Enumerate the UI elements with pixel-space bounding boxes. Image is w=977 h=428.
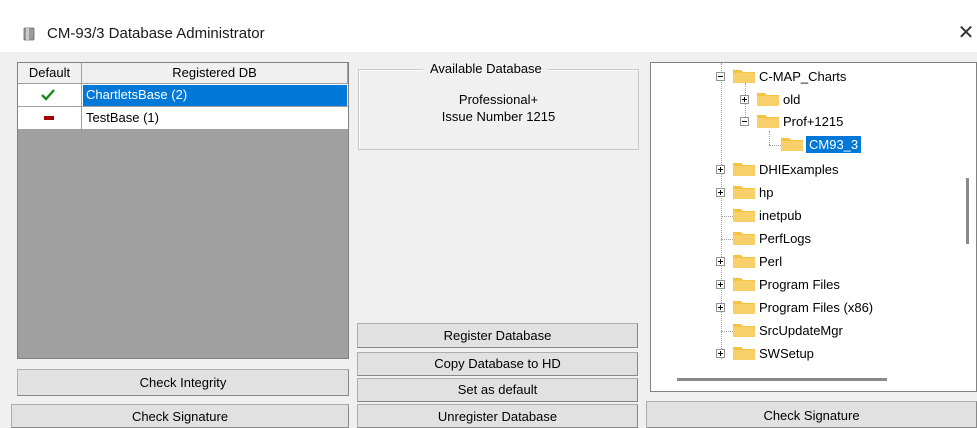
database-icon	[23, 27, 35, 41]
tree-item-dhiexamples[interactable]: DHIExamples	[711, 160, 951, 180]
folder-icon	[733, 324, 755, 337]
db-name-cell[interactable]: ChartletsBase (2)	[83, 85, 347, 106]
available-database-group: Available Database Professional+ Issue N…	[358, 61, 639, 150]
tree-item-perflogs[interactable]: PerfLogs	[711, 229, 951, 249]
tree-item-srcupdatemgr[interactable]: SrcUpdateMgr	[711, 321, 951, 341]
expand-icon[interactable]	[716, 165, 725, 174]
set-as-default-button[interactable]: Set as default	[357, 378, 638, 402]
expand-icon[interactable]	[716, 280, 725, 289]
tree-item-cm93-3[interactable]: CM93_3	[759, 135, 909, 155]
tree-label[interactable]: Program Files	[759, 276, 840, 293]
tree-item-inetpub[interactable]: inetpub	[711, 206, 951, 226]
close-button[interactable]: ✕	[955, 22, 977, 46]
copy-database-button[interactable]: Copy Database to HD	[357, 352, 638, 376]
tree-label[interactable]: CM93_3	[806, 136, 862, 153]
tree-label[interactable]: Prof+1215	[783, 113, 843, 130]
folder-icon	[733, 186, 755, 199]
expand-icon[interactable]	[716, 303, 725, 312]
folder-icon	[733, 209, 755, 222]
tree-label[interactable]: inetpub	[759, 207, 802, 224]
horizontal-scrollbar-thumb[interactable]	[677, 378, 887, 381]
table-row[interactable]: ChartletsBase (2)	[18, 84, 348, 107]
folder-icon	[757, 93, 779, 106]
register-database-button[interactable]: Register Database	[357, 323, 638, 348]
tree-item-hp[interactable]: hp	[711, 183, 951, 203]
db-name-cell[interactable]: TestBase (1)	[83, 108, 347, 129]
folder-icon	[733, 232, 755, 245]
collapse-icon[interactable]	[740, 117, 749, 126]
dash-icon	[44, 116, 54, 120]
folder-icon	[733, 163, 755, 176]
tree-item-program-files[interactable]: Program Files	[711, 275, 951, 295]
folder-tree[interactable]: C-MAP_Charts old Prof+1215 CM93_3 DHIExa…	[650, 62, 977, 392]
check-integrity-button[interactable]: Check Integrity	[17, 369, 349, 396]
window-title: CM-93/3 Database Administrator	[47, 25, 265, 42]
unregister-database-button[interactable]: Unregister Database	[357, 404, 638, 428]
issue-number: Issue Number 1215	[441, 109, 556, 124]
tree-item-program-files-x86[interactable]: Program Files (x86)	[711, 298, 951, 318]
expand-icon[interactable]	[716, 349, 725, 358]
check-icon	[41, 89, 55, 101]
column-header-registered-db[interactable]: Registered DB	[82, 63, 348, 84]
folder-icon	[733, 278, 755, 291]
folder-icon	[733, 255, 755, 268]
default-cell[interactable]	[18, 107, 82, 129]
folder-icon	[733, 70, 755, 83]
folder-icon	[733, 347, 755, 360]
expand-icon[interactable]	[716, 188, 725, 197]
registered-db-table[interactable]: Default Registered DB ChartletsBase (2) …	[17, 62, 349, 359]
group-title: Available Database	[423, 61, 549, 77]
folder-icon	[757, 115, 779, 128]
title-bar: CM-93/3 Database Administrator ✕	[0, 0, 977, 52]
tree-label[interactable]: Program Files (x86)	[759, 299, 873, 316]
expand-icon[interactable]	[740, 95, 749, 104]
tree-label[interactable]: SrcUpdateMgr	[759, 322, 843, 339]
tree-label[interactable]: DHIExamples	[759, 161, 838, 178]
collapse-icon[interactable]	[716, 72, 725, 81]
tree-item-old[interactable]: old	[735, 90, 935, 110]
tree-label[interactable]: SWSetup	[759, 345, 814, 362]
tree-label[interactable]: C-MAP_Charts	[759, 68, 846, 85]
tree-item-c-map-charts[interactable]: C-MAP_Charts	[711, 67, 951, 87]
app-window: CM-93/3 Database Administrator ✕ Default…	[0, 0, 977, 428]
tree-item-swsetup[interactable]: SWSetup	[711, 344, 951, 364]
folder-icon	[781, 138, 803, 151]
product-name: Professional+	[458, 92, 539, 107]
tree-label[interactable]: Perl	[759, 253, 782, 270]
check-signature-button-left[interactable]: Check Signature	[11, 404, 349, 428]
column-header-default[interactable]: Default	[18, 63, 82, 84]
table-row[interactable]: TestBase (1)	[18, 107, 348, 130]
tree-label[interactable]: PerfLogs	[759, 230, 811, 247]
check-signature-button-right[interactable]: Check Signature	[646, 401, 977, 428]
tree-label[interactable]: hp	[759, 184, 773, 201]
vertical-scrollbar-thumb[interactable]	[966, 178, 969, 244]
expand-icon[interactable]	[716, 257, 725, 266]
default-cell[interactable]	[18, 84, 82, 106]
folder-icon	[733, 301, 755, 314]
tree-label[interactable]: old	[783, 91, 800, 108]
tree-item-prof-1215[interactable]: Prof+1215	[735, 112, 935, 132]
tree-item-perl[interactable]: Perl	[711, 252, 951, 272]
